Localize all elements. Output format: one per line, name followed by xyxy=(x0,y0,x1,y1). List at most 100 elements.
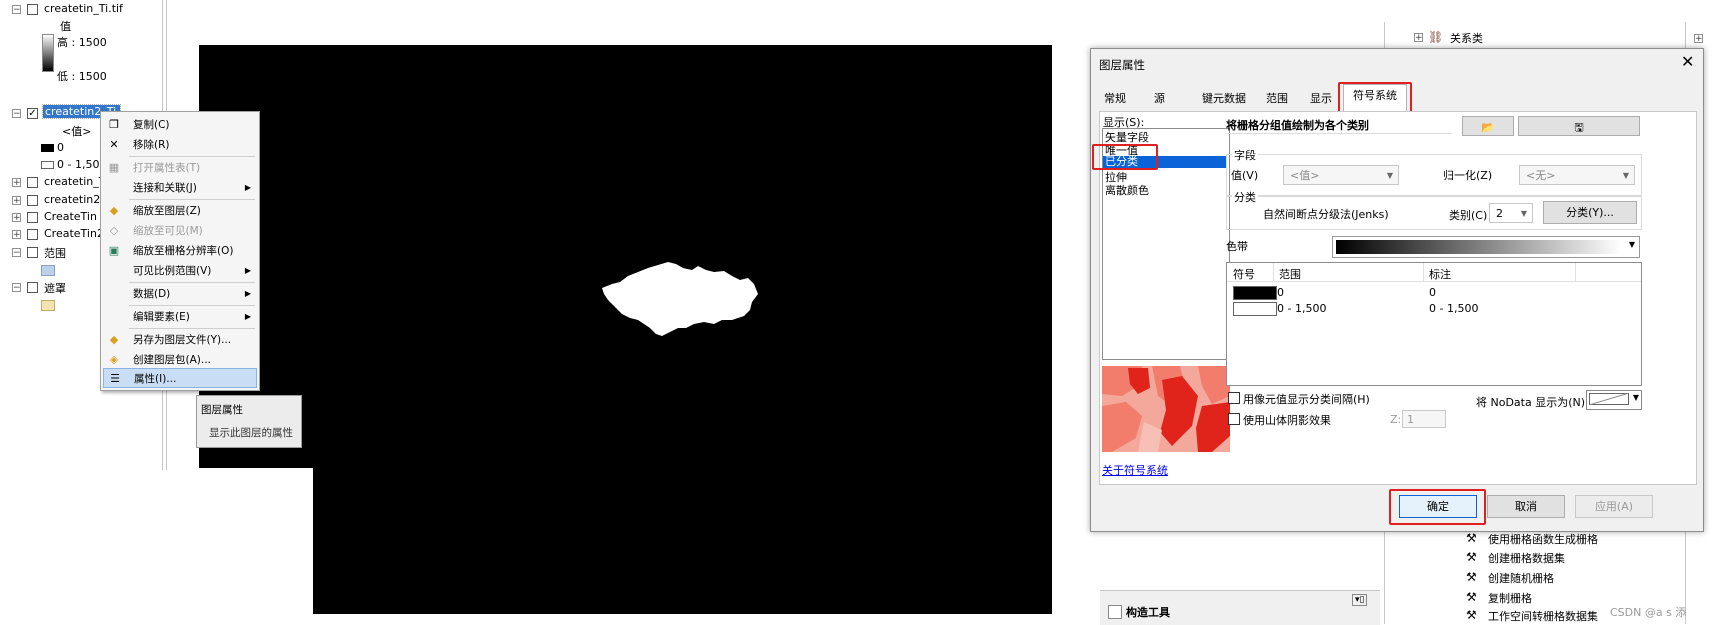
pixel-interval-checkbox[interactable] xyxy=(1228,392,1240,404)
layer-visibility-checkbox[interactable]: ✓ xyxy=(27,108,38,119)
menu-item-joins-relates[interactable]: 连接和关联(J) ▶ xyxy=(103,178,257,198)
column-divider xyxy=(1575,263,1576,281)
tab-general[interactable]: 常规 xyxy=(1101,88,1129,110)
remove-icon: ✕ xyxy=(109,138,119,151)
layer-name[interactable]: createtin_Ti xyxy=(44,175,100,188)
classification-method: 自然间断点分级法(Jenks) xyxy=(1263,208,1389,221)
column-divider xyxy=(1423,263,1424,281)
menu-item-save-as-layer-file[interactable]: ◆ 另存为图层文件(Y)... xyxy=(103,330,257,350)
menu-item-properties[interactable]: ☰ 属性(I)... xyxy=(103,368,257,388)
classes-select[interactable]: 2 ▼ xyxy=(1489,203,1533,223)
layer-name[interactable]: createtin2_T xyxy=(44,193,100,206)
hammer-icon: ⚒ xyxy=(1466,608,1477,622)
tool-item[interactable]: 创建栅格数据集 xyxy=(1488,550,1565,566)
z-label: Z: xyxy=(1390,413,1402,426)
tab-key-metadata[interactable]: 键元数据 xyxy=(1199,88,1249,110)
renderer-heading: 将栅格分组值绘制为各个类别 xyxy=(1226,117,1452,134)
expand-icon[interactable]: + xyxy=(12,213,21,223)
layer-visibility-checkbox[interactable] xyxy=(27,212,38,223)
layer-name[interactable]: CreateTin2 xyxy=(44,227,104,240)
menu-item-visible-scale-range[interactable]: 可见比例范围(V) ▶ xyxy=(103,261,257,281)
layer-visibility-checkbox[interactable] xyxy=(27,195,38,206)
z-factor-input[interactable]: 1 xyxy=(1402,410,1446,428)
class-label[interactable]: 0 - 1,500 xyxy=(1429,302,1478,315)
apply-button[interactable]: 应用(A) xyxy=(1575,495,1653,518)
expand-icon[interactable]: + xyxy=(12,196,21,206)
zoom-visible-icon: ◇ xyxy=(109,224,119,237)
expand-icon[interactable]: + xyxy=(12,178,21,188)
color-ramp-select[interactable]: ▼ xyxy=(1332,236,1640,258)
layer-visibility-checkbox[interactable] xyxy=(27,177,38,188)
class-range[interactable]: 0 xyxy=(1277,286,1284,299)
column-header-range[interactable]: 范围 xyxy=(1279,266,1301,282)
chevron-down-icon: ▼ xyxy=(1628,240,1635,249)
map-view[interactable] xyxy=(199,45,1052,468)
collapse-icon[interactable]: − xyxy=(12,109,21,119)
class-symbol-swatch[interactable] xyxy=(1233,286,1277,300)
panel-controls-icon[interactable]: ▾▯ xyxy=(1352,594,1368,606)
class-label[interactable]: 0 xyxy=(1429,286,1436,299)
column-header-symbol[interactable]: 符号 xyxy=(1233,266,1255,282)
hillshade-checkbox[interactable] xyxy=(1228,413,1240,425)
nodata-color-select[interactable]: ▼ xyxy=(1586,390,1642,410)
value-field-select[interactable]: <值> ▼ xyxy=(1283,165,1399,185)
layer-name[interactable]: 遮罩 xyxy=(44,280,66,296)
relationship-class-icon: ⛓ xyxy=(1428,30,1444,44)
tab-display[interactable]: 显示 xyxy=(1307,88,1335,110)
watermark: CSDN @a s 添 xyxy=(1610,606,1687,619)
layer-visibility-checkbox[interactable] xyxy=(27,247,38,258)
menu-item-open-attribute-table[interactable]: ▦ 打开属性表(T) xyxy=(103,158,257,178)
save-button[interactable]: 🖫 xyxy=(1518,116,1640,136)
column-header-label[interactable]: 标注 xyxy=(1429,266,1451,282)
tooltip: 图层属性 显示此图层的属性 xyxy=(196,395,302,448)
class-table[interactable]: 符号 范围 标注 0 0 0 - 1,500 0 - 1,500 xyxy=(1226,262,1642,386)
layer-name[interactable]: 范围 xyxy=(44,245,66,261)
normalization-select[interactable]: <无> ▼ xyxy=(1519,165,1635,185)
save-layer-icon: ◆ xyxy=(109,333,119,346)
menu-item-zoom-to-raster-resolution[interactable]: ▣ 缩放至栅格分辨率(O) xyxy=(103,241,257,261)
expand-icon[interactable]: + xyxy=(1414,33,1423,43)
tab-extent[interactable]: 范围 xyxy=(1263,88,1291,110)
cancel-button[interactable]: 取消 xyxy=(1487,495,1565,518)
menu-item-edit-features[interactable]: 编辑要素(E) ▶ xyxy=(103,307,257,327)
open-folder-button[interactable]: 📂 xyxy=(1462,116,1514,136)
legend-high: 高 : 1500 xyxy=(57,36,107,49)
tool-item[interactable]: 创建随机栅格 xyxy=(1488,570,1554,586)
menu-separator xyxy=(129,282,255,283)
about-symbology-link[interactable]: 关于符号系统 xyxy=(1102,462,1168,478)
layer-visibility-checkbox[interactable] xyxy=(27,4,38,15)
menu-item-create-layer-package[interactable]: ◈ 创建图层包(A)... xyxy=(103,350,257,370)
classify-button[interactable]: 分类(Y)... xyxy=(1543,201,1637,224)
expand-icon[interactable]: + xyxy=(12,230,21,240)
menu-item-zoom-to-layer[interactable]: ◆ 缩放至图层(Z) xyxy=(103,201,257,221)
renderer-item[interactable]: 离散颜色 xyxy=(1105,182,1149,198)
layer-visibility-checkbox[interactable] xyxy=(27,282,38,293)
class-range[interactable]: 0 - 1,500 xyxy=(1277,302,1326,315)
expand-icon[interactable]: + xyxy=(1694,34,1703,44)
tool-item[interactable]: 工作空间转栅格数据集 xyxy=(1488,608,1598,624)
tab-source[interactable]: 源 xyxy=(1151,88,1168,110)
menu-item-remove[interactable]: ✕ 移除(R) xyxy=(103,135,257,155)
chevron-down-icon: ▼ xyxy=(1520,209,1527,218)
layer-name[interactable]: createtin_Ti.tif xyxy=(44,2,123,15)
catalog-item[interactable]: 关系类 xyxy=(1450,30,1483,46)
menu-item-copy[interactable]: ❐ 复制(C) xyxy=(103,115,257,135)
value-label: 值(V) xyxy=(1231,169,1259,182)
layer-visibility-checkbox[interactable] xyxy=(27,229,38,240)
folder-icon: 📂 xyxy=(1481,121,1495,134)
stretch-legend-ramp xyxy=(42,34,54,72)
collapse-icon[interactable]: − xyxy=(12,283,21,293)
menu-item-data[interactable]: 数据(D) ▶ xyxy=(103,284,257,304)
menu-item-zoom-to-visible[interactable]: ◇ 缩放至可见(M) xyxy=(103,221,257,241)
collapse-icon[interactable]: − xyxy=(12,248,21,258)
copy-icon: ❐ xyxy=(109,118,119,131)
close-icon[interactable]: ✕ xyxy=(1681,54,1694,70)
map-view-lower[interactable] xyxy=(313,468,1052,614)
collapse-icon[interactable]: − xyxy=(12,5,21,15)
class-symbol-swatch[interactable] xyxy=(1233,302,1277,316)
layer-name[interactable]: CreateTin xyxy=(44,210,97,223)
tool-item[interactable]: 使用栅格函数生成栅格 xyxy=(1488,531,1598,547)
menu-separator xyxy=(129,199,255,200)
menu-separator xyxy=(129,328,255,329)
tool-item[interactable]: 复制栅格 xyxy=(1488,590,1532,606)
